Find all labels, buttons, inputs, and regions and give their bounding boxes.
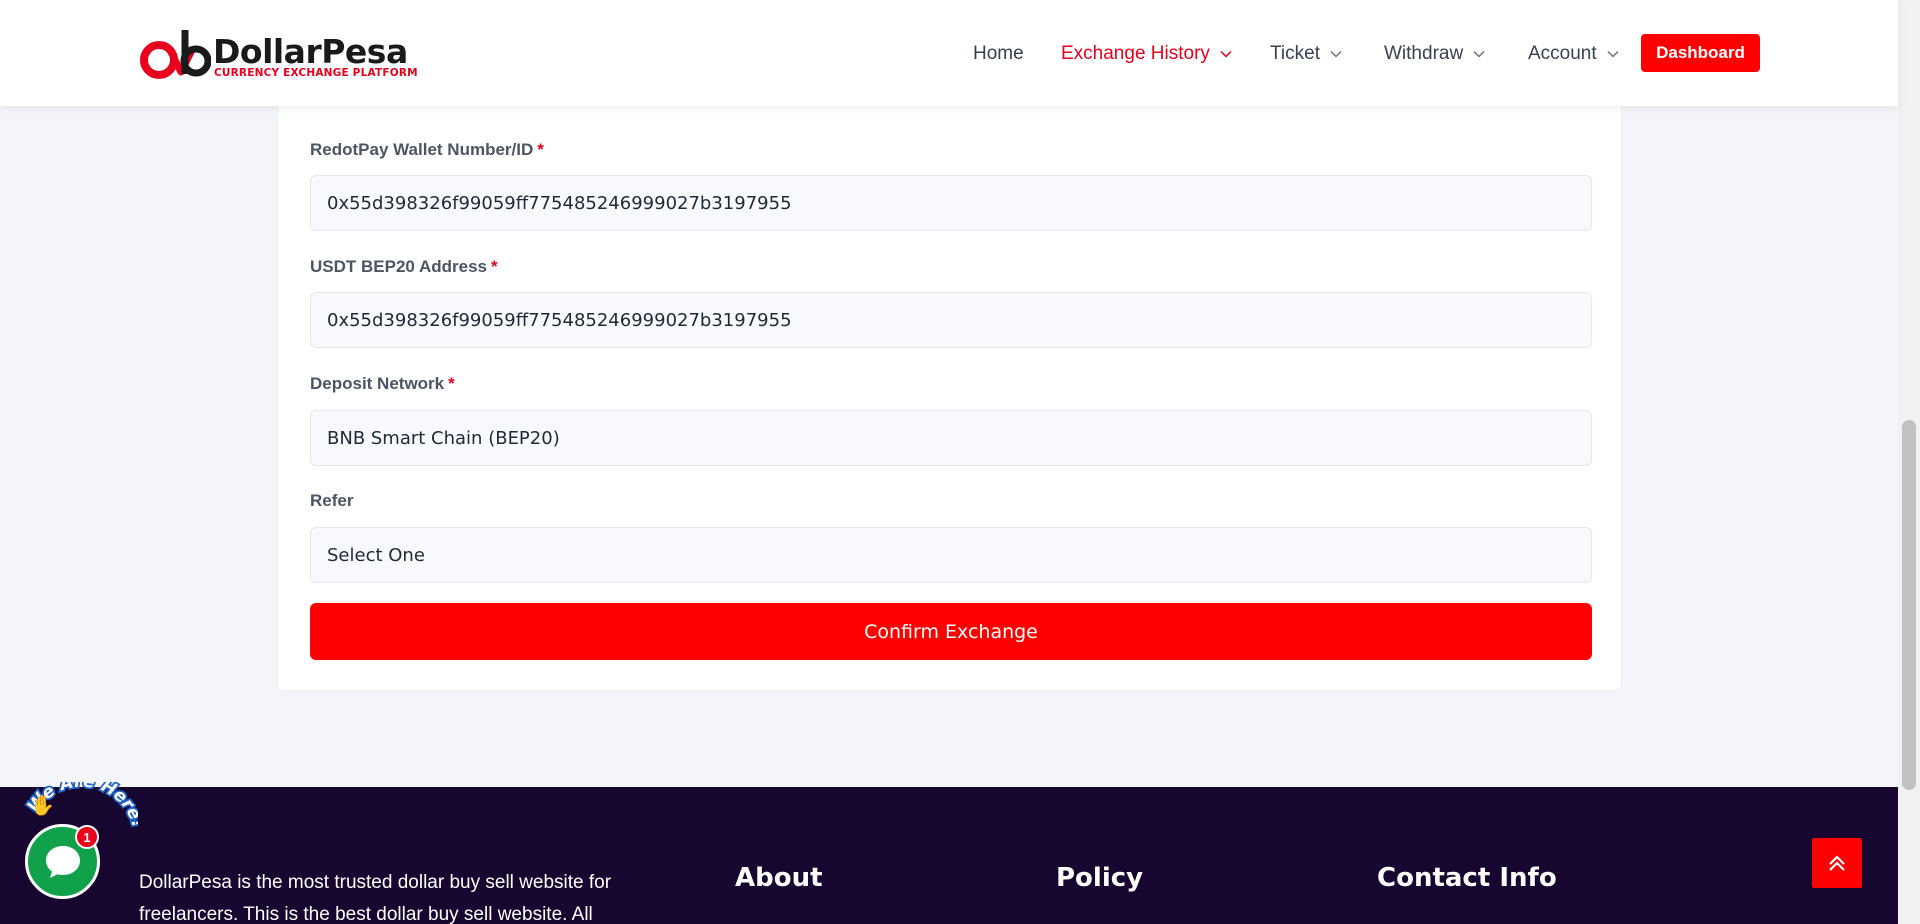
nav-withdraw-label: Withdraw <box>1384 43 1464 64</box>
double-chevron-up-icon <box>1829 855 1845 871</box>
footer-description: DollarPesa is the most trusted dollar bu… <box>139 872 612 924</box>
scrollbar-thumb[interactable] <box>1902 420 1916 790</box>
logo-name: DollarPesa <box>213 32 408 71</box>
required-marker: * <box>448 374 455 393</box>
nav-ticket-label: Ticket <box>1270 43 1320 64</box>
usdt-address-label: USDT BEP20 Address * <box>310 257 498 277</box>
chat-widget[interactable]: We Are Here! ✋ 1 <box>18 782 138 902</box>
wallet-id-label-text: RedotPay Wallet Number/ID <box>310 140 534 159</box>
refer-select[interactable]: Select One <box>310 527 1592 583</box>
deposit-network-value: BNB Smart Chain (BEP20) <box>327 427 560 449</box>
refer-label: Refer <box>310 491 353 511</box>
usdt-address-label-text: USDT BEP20 Address <box>310 257 487 276</box>
chevron-down-icon <box>1473 50 1485 58</box>
refer-value: Select One <box>327 544 425 566</box>
nav-account-label: Account <box>1528 43 1597 64</box>
usdt-address-input[interactable]: 0x55d398326f99059ff775485246999027b31979… <box>310 292 1592 348</box>
logo-mark-icon <box>140 30 211 79</box>
refer-label-text: Refer <box>310 491 354 510</box>
nav-home-label: Home <box>973 43 1024 64</box>
deposit-network-label: Deposit Network * <box>310 374 455 394</box>
footer-heading-about: About <box>735 863 823 893</box>
dashboard-button[interactable]: Dashboard <box>1641 34 1760 72</box>
confirm-exchange-button[interactable]: Confirm Exchange <box>310 603 1592 660</box>
wallet-id-value: 0x55d398326f99059ff775485246999027b31979… <box>327 192 792 214</box>
footer-heading-contact: Contact Info <box>1377 863 1557 893</box>
wallet-id-label: RedotPay Wallet Number/ID * <box>310 140 544 160</box>
waving-hand-icon: ✋ <box>30 793 55 817</box>
chevron-down-icon <box>1607 50 1619 58</box>
site-header: DollarPesa CURRENCY EXCHANGE PLATFORM Ho… <box>0 0 1898 106</box>
logo[interactable]: DollarPesa CURRENCY EXCHANGE PLATFORM <box>139 26 418 82</box>
scroll-to-top-button[interactable] <box>1812 838 1862 888</box>
wallet-id-input[interactable]: 0x55d398326f99059ff775485246999027b31979… <box>310 175 1592 231</box>
chat-notification-badge: 1 <box>75 825 99 849</box>
nav-exchange-history-label: Exchange History <box>1061 43 1210 64</box>
nav-ticket[interactable]: Ticket <box>1270 43 1342 65</box>
page-scrollbar[interactable] <box>1898 0 1920 924</box>
deposit-network-label-text: Deposit Network <box>310 374 445 393</box>
chevron-down-icon <box>1220 50 1232 58</box>
logo-tagline: CURRENCY EXCHANGE PLATFORM <box>214 67 418 79</box>
usdt-address-value: 0x55d398326f99059ff775485246999027b31979… <box>327 309 792 331</box>
required-marker: * <box>490 257 498 276</box>
nav-account[interactable]: Account <box>1528 43 1619 65</box>
nav-home[interactable]: Home <box>973 43 1024 65</box>
exchange-form-card: RedotPay Wallet Number/ID * 0x55d398326f9… <box>277 96 1622 691</box>
chevron-down-icon <box>1330 50 1342 58</box>
nav-withdraw[interactable]: Withdraw <box>1384 43 1485 65</box>
nav-exchange-history[interactable]: Exchange History <box>1061 43 1232 65</box>
deposit-network-select[interactable]: BNB Smart Chain (BEP20) <box>310 410 1592 466</box>
footer-heading-policy: Policy <box>1056 863 1144 893</box>
required-marker: * <box>537 140 544 159</box>
site-footer: DollarPesa is the most trusted dollar bu… <box>0 787 1898 924</box>
chat-bubble-icon <box>45 845 80 878</box>
